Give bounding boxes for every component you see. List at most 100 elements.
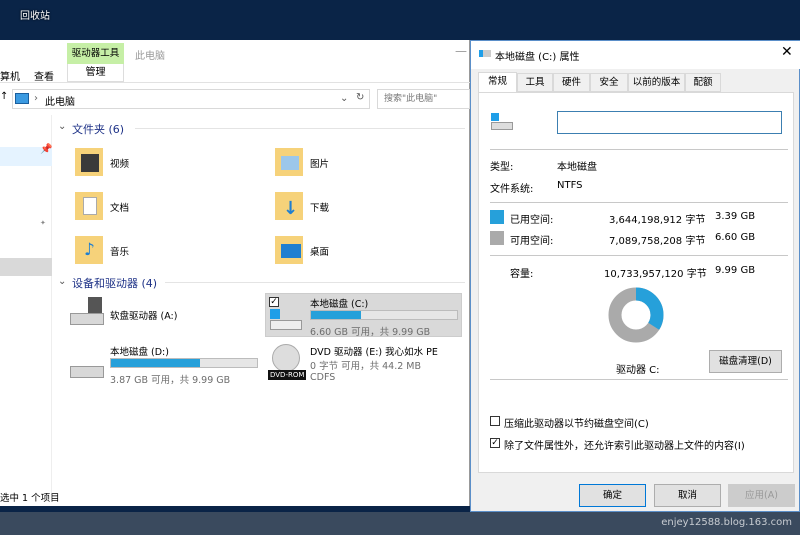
section-divider bbox=[165, 282, 465, 283]
drive-space-text: 6.60 GB 可用，共 9.99 GB bbox=[310, 327, 431, 338]
drive-d[interactable]: 本地磁盘 (D:) 3.87 GB 可用，共 9.99 GB bbox=[70, 342, 260, 388]
nav-item-this-pc-selected[interactable] bbox=[0, 258, 52, 276]
recycle-bin-label[interactable]: 回收站 bbox=[20, 7, 50, 22]
drive-usage-bar bbox=[310, 310, 458, 320]
drive-label: 本地磁盘 (C:) bbox=[310, 299, 369, 310]
drive-icon bbox=[479, 50, 491, 57]
drive-icon bbox=[70, 366, 104, 378]
type-value: 本地磁盘 bbox=[557, 162, 597, 173]
folder-music[interactable]: ♪ 音乐 bbox=[75, 232, 129, 266]
drive-icon bbox=[270, 320, 302, 330]
ok-button[interactable]: 确定 bbox=[579, 484, 646, 507]
pin-icon: ✦ bbox=[40, 219, 46, 227]
folder-label: 文档 bbox=[110, 203, 130, 214]
pin-icon: 📌 bbox=[40, 144, 53, 155]
drive-space-text: 3.87 GB 可用，共 9.99 GB bbox=[110, 375, 231, 386]
monitor-icon bbox=[281, 244, 301, 258]
usage-donut-chart bbox=[608, 287, 664, 343]
capacity-gb: 9.99 GB bbox=[715, 265, 756, 276]
minimize-button[interactable]: — bbox=[455, 44, 467, 58]
close-icon[interactable]: ✕ bbox=[781, 44, 793, 60]
picture-icon bbox=[281, 156, 299, 170]
windows-logo-icon bbox=[270, 309, 280, 319]
drive-label: 软盘驱动器 (A:) bbox=[110, 311, 178, 322]
drive-label: DVD 驱动器 (E:) 我心如水 PE bbox=[310, 347, 438, 358]
download-arrow-icon: ↓ bbox=[283, 198, 299, 219]
used-space-gb: 3.39 GB bbox=[715, 211, 756, 222]
status-bar-text: 选中 1 个项目 bbox=[0, 493, 60, 504]
disk-cleanup-button[interactable]: 磁盘清理(D) bbox=[709, 350, 782, 373]
drive-a[interactable]: 软盘驱动器 (A:) bbox=[70, 295, 260, 335]
tab-manage[interactable]: 管理 bbox=[67, 64, 124, 82]
address-bar[interactable]: › 此电脑 ⌄ ↻ bbox=[12, 89, 370, 109]
drive-icon bbox=[491, 122, 513, 130]
capacity-label: 容量: bbox=[510, 269, 534, 280]
folders-header[interactable]: 文件夹 (6) bbox=[72, 121, 124, 137]
index-label[interactable]: 除了文件属性外，还允许索引此驱动器上文件的内容(I) bbox=[504, 437, 745, 452]
drive-properties-dialog: 本地磁盘 (C:) 属性 ✕ 常规 工具 硬件 安全 以前的版本 配额 类型: … bbox=[470, 40, 800, 512]
tab-general[interactable]: 常规 bbox=[478, 72, 517, 93]
drive-icon bbox=[70, 313, 104, 325]
used-space-label: 已用空间: bbox=[510, 215, 554, 226]
divider bbox=[490, 379, 788, 380]
type-label: 类型: bbox=[490, 162, 514, 173]
chevron-down-icon[interactable]: ⌄ bbox=[340, 93, 348, 104]
tab-tools[interactable]: 工具 bbox=[517, 73, 553, 92]
dvd-rom-badge: DVD-ROM bbox=[268, 370, 307, 380]
file-explorer-window: 驱动器工具 此电脑 — 算机 查看 管理 ↑ › 此电脑 ⌄ ↻ 搜索"此电脑"… bbox=[0, 40, 470, 506]
tab-view[interactable]: 查看 bbox=[34, 68, 54, 83]
navigation-pane[interactable]: 📌 ✦ bbox=[0, 115, 52, 495]
address-path: 此电脑 bbox=[45, 97, 75, 108]
tab-quota[interactable]: 配额 bbox=[685, 73, 721, 92]
filesystem-value: NTFS bbox=[557, 180, 583, 191]
refresh-icon[interactable]: ↻ bbox=[356, 92, 364, 103]
volume-label-input[interactable] bbox=[557, 111, 782, 134]
folder-label: 桌面 bbox=[310, 247, 330, 258]
drive-c-selected[interactable]: ✓ 本地磁盘 (C:) 6.60 GB 可用，共 9.99 GB bbox=[265, 293, 462, 338]
apply-button[interactable]: 应用(A) bbox=[728, 484, 795, 507]
folder-downloads[interactable]: ↓ 下载 bbox=[275, 188, 329, 222]
free-space-bytes: 7,089,758,208 字节 bbox=[609, 236, 706, 247]
music-note-icon: ♪ bbox=[84, 240, 95, 260]
tab-security[interactable]: 安全 bbox=[590, 73, 628, 92]
search-input[interactable]: 搜索"此电脑" bbox=[377, 89, 470, 109]
dvd-disc-icon bbox=[272, 344, 300, 372]
free-space-swatch bbox=[490, 231, 504, 245]
general-tab-panel: 类型: 本地磁盘 文件系统: NTFS 已用空间: 3,644,198,912 … bbox=[478, 92, 794, 473]
watermark: enjey12588.blog.163.com bbox=[661, 517, 792, 528]
up-arrow-icon[interactable]: ↑ bbox=[0, 91, 8, 102]
computer-icon bbox=[15, 93, 29, 104]
tab-computer[interactable]: 算机 bbox=[0, 68, 20, 83]
free-space-label: 可用空间: bbox=[510, 236, 554, 247]
folder-videos[interactable]: 视频 bbox=[75, 144, 129, 178]
collapse-devices-icon[interactable]: ⌄ bbox=[58, 276, 66, 287]
used-space-bytes: 3,644,198,912 字节 bbox=[609, 215, 706, 226]
divider bbox=[490, 202, 788, 203]
cancel-button[interactable]: 取消 bbox=[654, 484, 721, 507]
compress-label[interactable]: 压缩此驱动器以节约磁盘空间(C) bbox=[504, 415, 649, 430]
folder-label: 下载 bbox=[310, 203, 330, 214]
section-divider bbox=[135, 128, 465, 129]
folder-desktop[interactable]: 桌面 bbox=[275, 232, 329, 266]
used-space-swatch bbox=[490, 210, 504, 224]
dialog-title: 本地磁盘 (C:) 属性 bbox=[495, 52, 580, 63]
divider bbox=[490, 255, 788, 256]
folder-pictures[interactable]: 图片 bbox=[275, 144, 329, 178]
folder-documents[interactable]: 文档 bbox=[75, 188, 129, 222]
document-icon bbox=[83, 197, 97, 215]
drive-e-dvd[interactable]: DVD-ROM DVD 驱动器 (E:) 我心如水 PE 0 字节 可用，共 4… bbox=[268, 342, 463, 388]
drive-label: 本地磁盘 (D:) bbox=[110, 347, 169, 358]
tab-previous-versions[interactable]: 以前的版本 bbox=[628, 73, 685, 92]
compress-checkbox[interactable] bbox=[490, 416, 500, 426]
folder-label: 视频 bbox=[110, 159, 130, 170]
ribbon-divider bbox=[0, 82, 470, 83]
chevron-right-icon: › bbox=[34, 93, 38, 104]
devices-header[interactable]: 设备和驱动器 (4) bbox=[72, 275, 157, 291]
dialog-titlebar: 本地磁盘 (C:) 属性 ✕ bbox=[471, 41, 800, 69]
drive-name-label: 驱动器 C: bbox=[616, 365, 660, 376]
collapse-folders-icon[interactable]: ⌄ bbox=[58, 121, 66, 132]
tab-hardware[interactable]: 硬件 bbox=[553, 73, 590, 92]
capacity-bytes: 10,733,957,120 字节 bbox=[604, 269, 707, 280]
index-checkbox[interactable]: ✓ bbox=[490, 438, 500, 448]
selection-checkbox[interactable]: ✓ bbox=[269, 297, 279, 307]
